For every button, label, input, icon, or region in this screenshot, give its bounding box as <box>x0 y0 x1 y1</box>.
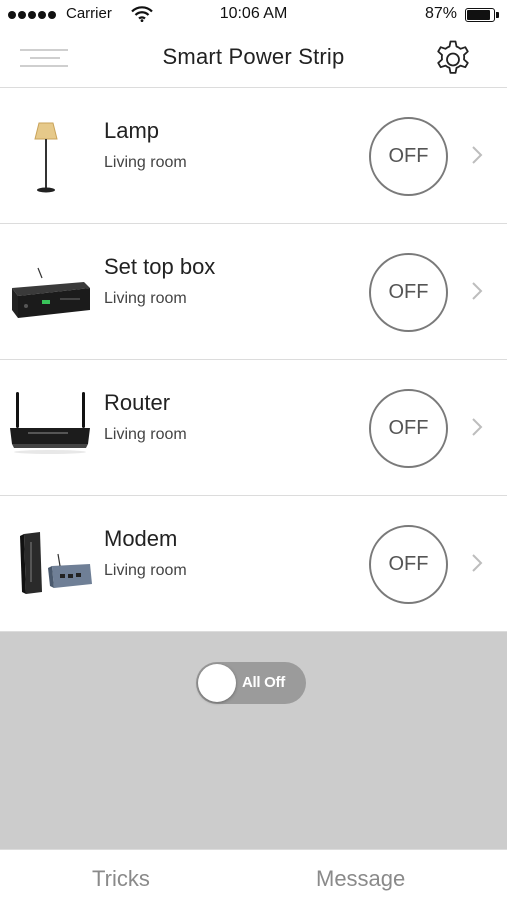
device-name: Lamp <box>104 118 160 143</box>
gear-icon[interactable] <box>432 38 474 80</box>
device-room: Living room <box>104 290 187 307</box>
device-name: Router <box>104 390 171 415</box>
device-row-lamp[interactable]: Lamp Living room OFF <box>0 88 507 224</box>
tab-bar: Tricks Message <box>0 849 507 900</box>
all-off-toggle[interactable]: All Off <box>196 662 306 704</box>
battery-percent: 87% <box>425 5 458 22</box>
modem-icon <box>20 532 92 594</box>
device-row-router[interactable]: Router Living room OFF <box>0 360 507 496</box>
chevron-right-icon[interactable] <box>470 551 484 575</box>
device-room: Living room <box>104 426 187 443</box>
control-area: All Off <box>0 632 507 849</box>
battery-fill <box>467 10 490 20</box>
navigation-bar: Smart Power Strip <box>0 30 507 88</box>
chevron-right-icon[interactable] <box>470 143 484 167</box>
device-list: Lamp Living room OFF Set top box Living … <box>0 88 507 632</box>
device-room: Living room <box>104 154 187 171</box>
all-off-label: All Off <box>242 674 285 691</box>
chevron-right-icon[interactable] <box>470 279 484 303</box>
lamp-icon <box>34 122 58 193</box>
device-row-set-top-box[interactable]: Set top box Living room OFF <box>0 224 507 360</box>
battery-icon <box>465 8 499 22</box>
set-top-box-icon <box>12 267 90 318</box>
page-title: Smart Power Strip <box>162 44 345 69</box>
tab-tricks[interactable]: Tricks <box>92 866 150 892</box>
tab-message[interactable]: Message <box>316 866 405 892</box>
power-toggle-button[interactable]: OFF <box>369 525 448 604</box>
status-bar: Carrier 10:06 AM 87% <box>0 0 507 30</box>
power-toggle-button[interactable]: OFF <box>369 253 448 332</box>
router-icon <box>10 392 90 454</box>
device-row-modem[interactable]: Modem Living room OFF <box>0 496 507 632</box>
power-toggle-button[interactable]: OFF <box>369 117 448 196</box>
device-name: Modem <box>104 526 178 551</box>
chevron-right-icon[interactable] <box>470 415 484 439</box>
device-name: Set top box <box>104 254 216 279</box>
power-toggle-button[interactable]: OFF <box>369 389 448 468</box>
toggle-knob[interactable] <box>198 664 236 702</box>
device-room: Living room <box>104 562 187 579</box>
